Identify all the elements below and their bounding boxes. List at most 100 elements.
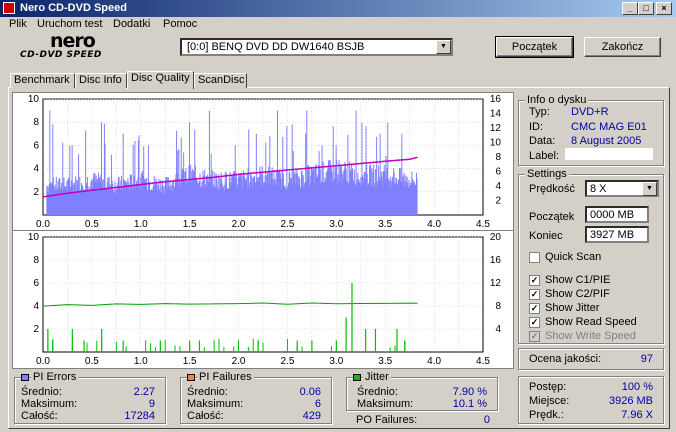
speed-select-value: 8 X [590,183,607,195]
show-c1-pie-checkbox[interactable]: ✓ [529,275,540,286]
type-label: Typ: [529,106,550,118]
pi-errors-chart-frame: 2 4 6 8 10 2 4 6 8 10 12 14 16 0.0 0.5 1.0 1.5 2.0 2.5 3.0 3… [12,92,514,232]
show-write-speed-label: Show Write Speed [545,330,636,342]
x-tick-label: 1.5 [183,356,197,367]
pi-failures-chart: 2 4 6 8 10 4 8 12 16 20 0.0 0.5 1.0 1.5 2.0 2.5 3.0 3.5 4.… [28,232,502,367]
progress-label: Postęp: [529,381,567,393]
close-button[interactable]: × [656,2,672,15]
x-tick-label: 3.0 [329,356,343,367]
position-label: Miejsce: [529,395,570,407]
settings-title: Settings [525,168,569,180]
position-value: 3926 MB [608,395,653,407]
start-button[interactable]: Początek [495,36,574,58]
quick-scan-label: Quick Scan [545,251,602,263]
y-tick-label: 10 [28,94,40,105]
x-tick-label: 2.5 [280,219,294,230]
start-label: Początek [529,211,575,223]
menu-extras[interactable]: Dodatki [113,17,150,32]
x-tick-label: 2.0 [232,219,246,230]
show-read-speed-checkbox[interactable]: ✓ [529,317,540,328]
po-failures-value: 0 [483,414,490,426]
drive-select[interactable]: [0:0] BENQ DVD DD DW1640 BSJB ▼ [180,38,453,56]
speed-select[interactable]: 8 X ▼ [585,180,659,197]
date-value: 8 August 2005 [571,135,642,147]
chevron-down-icon[interactable]: ▼ [642,182,657,196]
menu-bar: Plik Uruchom test Dodatki Pomoc [0,17,676,33]
pi-errors-total-label: Całość: [21,410,58,422]
y-tick-label: 6 [33,140,39,151]
tab-benchmark[interactable]: Benchmark [10,73,75,88]
y2-tick-label: 12 [490,278,502,289]
x-tick-label: 2.0 [232,356,246,367]
menu-help[interactable]: Pomoc [163,17,197,32]
tab-disc-quality[interactable]: Disc Quality [127,71,194,89]
x-tick-label: 4.0 [427,356,441,367]
label-field[interactable] [565,148,653,160]
pi-errors-legend-swatch [21,374,29,381]
disc-info-group: Info o dysku Typ: DVD+R ID: CMC MAG E01 … [518,94,664,166]
y2-tick-label: 20 [490,232,502,243]
show-c1-pie-label: Show C1/PIE [545,274,611,286]
tab-scandisc[interactable]: ScanDisc [194,73,247,88]
speed-label: Prędkość [529,183,575,195]
jitter-stats: Jitter Średnio: 7.90 % Maksimum: 10.1 % [346,371,498,411]
y-tick-label: 2 [33,187,39,198]
logo-text: nero [50,30,96,52]
po-failures-label: PO Failures: [356,414,418,426]
label-label: Label: [529,150,559,162]
show-c2-pif-checkbox[interactable]: ✓ [529,289,540,300]
y2-tick-label: 4 [495,324,501,335]
show-read-speed-label: Show Read Speed [545,316,637,328]
jitter-max-value: 10.1 % [452,398,487,410]
x-tick-label: 1.0 [134,219,148,230]
y2-tick-label: 14 [490,109,502,120]
date-label: Data: [529,135,556,147]
tab-disc-info[interactable]: Disc Info [75,73,127,88]
app-icon [3,2,15,14]
y-tick-label: 6 [33,278,39,289]
menu-file[interactable]: Plik [9,17,27,32]
end-field[interactable]: 3927 MB [585,226,649,243]
y2-tick-label: 10 [490,138,502,149]
nero-logo: nero CD-DVD SPEED [20,32,136,62]
y2-tick-label: 6 [495,167,501,178]
y2-tick-label: 8 [495,152,501,163]
maximize-button[interactable]: □ [638,2,654,15]
y2-tick-label: 16 [490,255,502,266]
jitter-title: Jitter [363,371,391,383]
x-tick-label: 3.0 [329,219,343,230]
window-title: Nero CD-DVD Speed [20,2,127,14]
y2-tick-label: 16 [490,94,502,105]
x-tick-label: 4.5 [476,356,490,367]
y2-tick-label: 4 [495,181,501,192]
pi-failures-legend-swatch [187,374,195,381]
chevron-down-icon[interactable]: ▼ [436,40,451,54]
pi-failures-chart-frame: 2 4 6 8 10 4 8 12 16 20 0.0 0.5 1.0 1.5 2.0 2.5 3.0 3.5 4.… [12,230,514,369]
quality-value: 97 [640,353,653,365]
id-label: ID: [529,121,544,133]
y-tick-label: 10 [28,232,40,243]
x-tick-label: 1.0 [134,356,148,367]
start-field[interactable]: 0000 MB [585,206,649,223]
quick-scan-checkbox[interactable] [529,252,540,263]
type-value: DVD+R [571,106,609,118]
y-tick-label: 8 [33,117,39,128]
progress-box: Postęp: 100 % Miejsce: 3926 MB Prędk.: 7… [518,376,664,424]
pi-errors-stats: PI Errors Średnio: 2.27 Maksimum: 9 Cało… [14,371,166,424]
pi-errors-title: PI Errors [31,371,79,383]
pi-failures-stats: PI Failures Średnio: 0.06 Maksimum: 6 Ca… [180,371,332,424]
exit-button[interactable]: Zakończ [584,37,661,57]
x-tick-label: 2.5 [280,356,294,367]
minimize-button[interactable]: _ [622,2,638,15]
y-tick-label: 4 [33,164,39,175]
current-speed-label: Prędk.: [529,409,564,421]
y-tick-label: 8 [33,255,39,266]
y2-tick-label: 2 [495,196,501,207]
pi-failures-total-value: 429 [302,410,321,422]
logo-subtext: CD-DVD SPEED [20,50,102,60]
show-jitter-checkbox[interactable]: ✓ [529,303,540,314]
show-jitter-label: Show Jitter [545,302,600,314]
x-tick-label: 0.0 [36,356,50,367]
pi-failures-title: PI Failures [197,371,254,383]
jitter-legend-swatch [353,374,361,381]
